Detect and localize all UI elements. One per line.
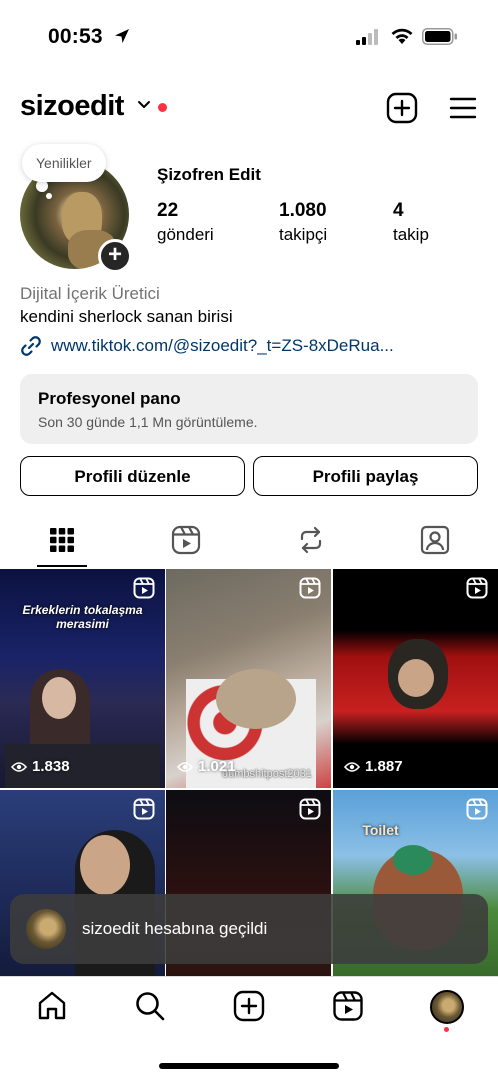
post-caption: Erkeklerin tokalaşma merasimi	[22, 603, 143, 631]
view-count: 1.021	[177, 758, 236, 775]
tab-posts-grid-icon[interactable]	[46, 524, 78, 556]
status-time: 00:53	[48, 25, 103, 48]
stat-posts[interactable]: 22 gönderi	[157, 200, 214, 245]
account-switcher-username[interactable]: sizoedit	[20, 90, 124, 123]
profile-link[interactable]: www.tiktok.com/@sizoedit?_t=ZS-8xDeRua..…	[20, 335, 394, 357]
hamburger-menu-icon[interactable]	[449, 96, 477, 120]
stat-following[interactable]: 4 takip	[393, 200, 429, 245]
reel-icon	[299, 577, 321, 599]
toast-avatar	[26, 909, 66, 949]
view-count: 1.838	[11, 758, 70, 775]
stat-following-label: takip	[393, 225, 429, 244]
profile-bio: kendini sherlock sanan birisi	[20, 307, 233, 326]
profile-notification-dot	[444, 1027, 449, 1032]
wifi-icon	[391, 28, 413, 44]
profile-nav-avatar[interactable]	[430, 990, 464, 1024]
notification-dot	[158, 103, 167, 112]
toast-message: sizoedit hesabına geçildi	[82, 919, 268, 938]
bottom-navigation	[0, 976, 498, 1036]
note-bubble[interactable]: Yenilikler	[22, 144, 106, 182]
profile-header: sizoedit	[0, 88, 498, 128]
grid-post[interactable]: dumbshitpost2031 1.021	[166, 569, 331, 788]
view-count: 1.887	[344, 758, 403, 775]
reel-icon	[466, 798, 488, 820]
dashboard-subtitle: Son 30 günde 1,1 Mn görüntüleme.	[38, 414, 258, 430]
eye-icon	[177, 761, 193, 772]
post-caption: Toilet	[362, 822, 399, 838]
reel-icon	[299, 798, 321, 820]
share-profile-button[interactable]: Profili paylaş	[253, 456, 478, 496]
stat-followers[interactable]: 1.080 takipçi	[279, 200, 327, 245]
account-switched-toast: sizoedit hesabına geçildi	[10, 894, 488, 964]
cellular-signal-icon	[356, 29, 378, 45]
home-indicator	[159, 1063, 339, 1069]
stat-followers-label: takipçi	[279, 225, 328, 244]
location-arrow-icon	[115, 29, 129, 43]
view-count-value: 1.021	[198, 758, 236, 775]
create-plus-icon[interactable]	[386, 92, 418, 124]
profile-tabs	[0, 518, 498, 568]
profile-full-name: Şizofren Edit	[157, 165, 261, 184]
link-icon	[21, 336, 41, 356]
stat-posts-label: gönderi	[157, 225, 214, 244]
dashboard-title: Profesyonel pano	[38, 389, 181, 408]
add-story-button[interactable]: +	[98, 239, 132, 273]
create-post-icon[interactable]	[233, 990, 265, 1022]
stat-followers-value: 1.080	[279, 200, 327, 221]
tab-reposts-icon[interactable]	[295, 524, 327, 556]
profile-link-text: www.tiktok.com/@sizoedit?_t=ZS-8xDeRua..…	[51, 336, 394, 355]
profile-category: Dijital İçerik Üretici	[20, 284, 160, 303]
reel-icon	[133, 798, 155, 820]
eye-icon	[344, 761, 360, 772]
tab-tagged-icon[interactable]	[419, 524, 451, 556]
stat-posts-value: 22	[157, 200, 179, 221]
view-count-value: 1.838	[32, 758, 70, 775]
tab-reels-icon[interactable]	[170, 524, 202, 556]
battery-icon	[422, 28, 457, 45]
search-icon[interactable]	[134, 990, 166, 1022]
status-bar: 00:53	[0, 0, 498, 70]
home-icon[interactable]	[36, 990, 68, 1022]
reels-icon[interactable]	[332, 990, 364, 1022]
view-count-value: 1.887	[365, 758, 403, 775]
reel-icon	[466, 577, 488, 599]
active-tab-indicator	[37, 565, 87, 567]
grid-post[interactable]: 1.887	[333, 569, 498, 788]
eye-icon	[11, 761, 27, 772]
grid-post[interactable]: Erkeklerin tokalaşma merasimi 1.838	[0, 569, 165, 788]
reel-icon	[133, 577, 155, 599]
chevron-down-icon[interactable]	[137, 100, 151, 110]
professional-dashboard[interactable]: Profesyonel pano Son 30 günde 1,1 Mn gör…	[20, 374, 478, 444]
edit-profile-button[interactable]: Profili düzenle	[20, 456, 245, 496]
stat-following-value: 4	[393, 200, 404, 221]
